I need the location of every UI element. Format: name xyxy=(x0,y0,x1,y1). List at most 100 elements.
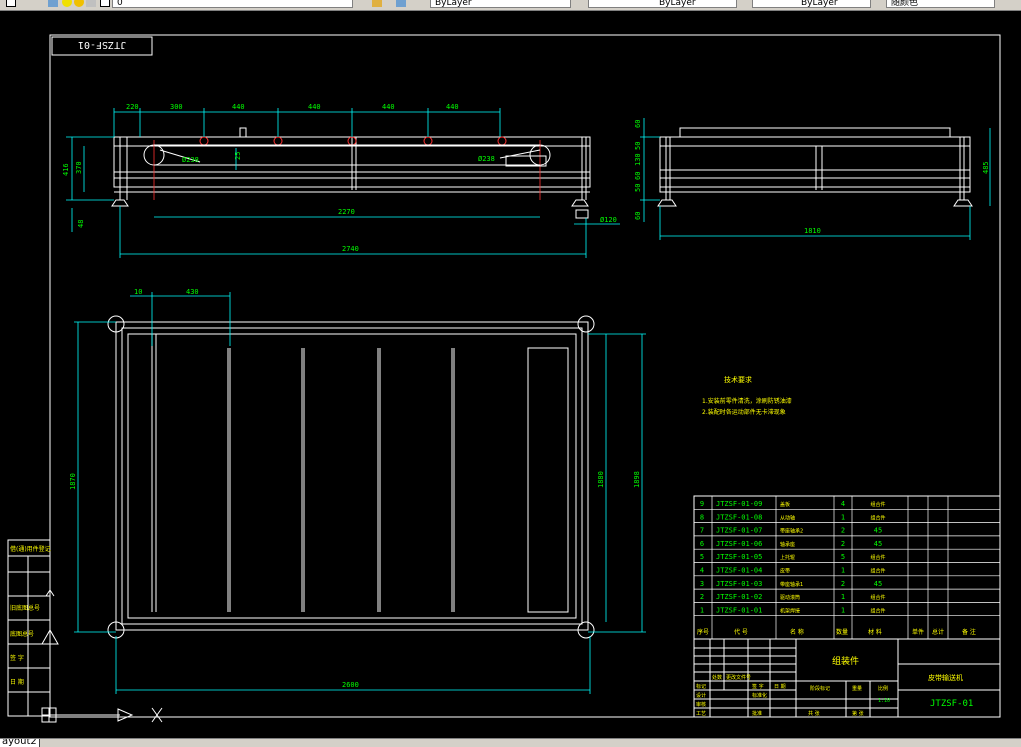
bom-cell-material: 组合件 xyxy=(870,607,885,614)
dim-2600: 2600 xyxy=(342,681,359,689)
color-dropdown-arrow[interactable] xyxy=(570,0,580,8)
linetype-dropdown-arrow[interactable] xyxy=(736,0,746,8)
bom-header-cell: 备 注 xyxy=(962,628,976,636)
bom-cell-name: 驱动滚筒 xyxy=(780,594,800,601)
title-drawing-no: JTZSF-01 xyxy=(930,699,973,709)
layer-manager-icon[interactable] xyxy=(6,0,16,7)
stamp-label-5: 签 字 xyxy=(10,654,24,662)
lightbulb-icon[interactable] xyxy=(62,0,72,7)
dim-roller-left: Ø238 xyxy=(182,156,199,164)
layer-dropdown-arrow[interactable] xyxy=(352,0,362,8)
code-box-text: JTZSF-01 xyxy=(78,39,126,50)
title-part-type: 组装件 xyxy=(832,655,859,667)
left-stamp-block: 借(通)用件登记 旧底图总号 底图总号 签 字 日 期 xyxy=(7,539,51,717)
title-label-process: 工艺 xyxy=(696,711,706,717)
bom-cell-code: JTZSF-01-04 xyxy=(716,567,762,575)
lineweight-dropdown[interactable]: ByLayer xyxy=(752,0,880,8)
bom-cell-material: 组合件 xyxy=(870,568,885,575)
bom-cell-code: JTZSF-01-06 xyxy=(716,540,762,548)
bom-cell-code: JTZSF-01-05 xyxy=(716,553,762,561)
dim-1880: 1880 xyxy=(597,471,605,488)
stamp-label-6: 日 期 xyxy=(10,678,24,686)
bom-cell-qty: 1 xyxy=(841,567,845,575)
tech-req-title: 技术要求 xyxy=(724,375,752,384)
dim-370: 370 xyxy=(75,161,83,174)
bom-cell-material: 45 xyxy=(874,527,882,535)
bom-header-cell: 单件 xyxy=(912,628,924,636)
dim-side-60-a: 60 xyxy=(634,120,642,128)
bom-cell-name: 带座轴承1 xyxy=(780,581,803,588)
bom-cell-no: 6 xyxy=(700,540,704,548)
properties-toolbar: 0 ByLayer ByLayer ByLayer 随颜色 xyxy=(0,0,1021,11)
plan-view-dimension-lines xyxy=(74,292,646,694)
side-view-dimension-lines xyxy=(640,118,991,240)
bom-cell-code: JTZSF-01-02 xyxy=(716,593,762,601)
dim-1810: 1810 xyxy=(804,227,821,235)
dim-side-130: 130 xyxy=(634,153,642,166)
front-view-dimension-lines xyxy=(66,108,620,258)
linetype-dropdown-value: ByLayer xyxy=(659,0,696,8)
make-current-icon[interactable] xyxy=(372,0,382,7)
plotstyle-dropdown-value: 随颜色 xyxy=(891,0,919,8)
title-label-count: 处数 xyxy=(712,674,722,681)
layer-previous-icon[interactable] xyxy=(396,0,406,7)
bom-cell-no: 2 xyxy=(700,593,704,601)
bom-cell-qty: 1 xyxy=(841,593,845,601)
sun-icon[interactable] xyxy=(74,0,84,7)
dim-side-60-b: 60 xyxy=(634,172,642,180)
bom-cell-material: 45 xyxy=(874,540,882,548)
bom-cell-material: 组合件 xyxy=(870,594,885,601)
technical-requirements: 技术要求 1.安装前零件清洗，涂刷防锈油漆 2.装配时各运动部件无卡滞现象 xyxy=(702,375,792,416)
dim-1870: 1870 xyxy=(69,473,77,490)
linetype-dropdown[interactable]: ByLayer xyxy=(588,0,746,8)
title-label-mark: 标记 xyxy=(696,683,706,690)
bom-cell-name: 轴承座 xyxy=(780,541,795,548)
plotstyle-dropdown-arrow[interactable] xyxy=(994,0,1004,8)
plotstyle-dropdown[interactable]: 随颜色 xyxy=(886,0,1004,8)
dim-2740: 2740 xyxy=(342,245,359,253)
bom-cell-no: 8 xyxy=(700,513,704,521)
bom-cell-qty: 1 xyxy=(841,513,845,521)
bom-cell-material: 组合件 xyxy=(870,514,885,521)
bom-header-cell: 材 料 xyxy=(868,628,882,636)
bom-cell-qty: 5 xyxy=(841,553,845,561)
bom-header-cell: 序号 xyxy=(697,628,709,636)
bom-cell-material: 组合件 xyxy=(870,554,885,561)
layer-dropdown[interactable]: 0 xyxy=(112,0,362,8)
stamp-label-4: 底图总号 xyxy=(10,630,34,638)
bom-header-cell: 名 称 xyxy=(790,628,804,636)
bom-cell-no: 3 xyxy=(700,580,704,588)
bom-cell-no: 1 xyxy=(700,606,704,614)
title-scale-value: 1:10 xyxy=(878,698,890,704)
bom-cell-code: JTZSF-01-03 xyxy=(716,580,762,588)
bom-cell-qty: 1 xyxy=(841,606,845,614)
dim-440-d: 440 xyxy=(446,103,459,111)
layer-state-icon[interactable] xyxy=(48,0,58,7)
bom-cell-code: JTZSF-01-08 xyxy=(716,513,762,521)
dim-1898: 1898 xyxy=(633,471,641,488)
title-block: 组装件 皮带输送机 JTZSF-01 标记 处数 更改文件号 签 字 日 期 设… xyxy=(693,638,1001,718)
bom-cell-code: JTZSF-01-07 xyxy=(716,527,762,535)
layer-color-icon[interactable] xyxy=(100,0,110,7)
lock-icon[interactable] xyxy=(86,0,96,7)
tech-req-line-1: 1.安装前零件清洗，涂刷防锈油漆 xyxy=(702,397,792,405)
dim-300: 300 xyxy=(170,103,183,111)
dim-485: 485 xyxy=(982,161,990,174)
title-label-stage: 阶段标记 xyxy=(810,685,830,692)
dim-440-c: 440 xyxy=(382,103,395,111)
title-label-date: 日 期 xyxy=(774,684,786,690)
dim-220: 220 xyxy=(126,103,139,111)
lineweight-dropdown-arrow[interactable] xyxy=(870,0,880,8)
title-label-approve: 批准 xyxy=(752,710,762,717)
dim-48: 48 xyxy=(77,220,85,228)
title-label-sign: 签 字 xyxy=(752,683,764,690)
dim-440-a: 440 xyxy=(232,103,245,111)
drawing-canvas[interactable]: JTZSF-01 220 300 440 440 440 440 416 370… xyxy=(0,11,1021,738)
dim-10: 10 xyxy=(134,288,142,296)
side-view xyxy=(657,127,973,207)
bom-cell-name: 带座轴承2 xyxy=(780,528,803,535)
color-dropdown[interactable]: ByLayer xyxy=(430,0,580,8)
bom-cell-name: 盖板 xyxy=(780,501,790,508)
dim-2270: 2270 xyxy=(338,208,355,216)
dim-416: 416 xyxy=(62,163,70,176)
